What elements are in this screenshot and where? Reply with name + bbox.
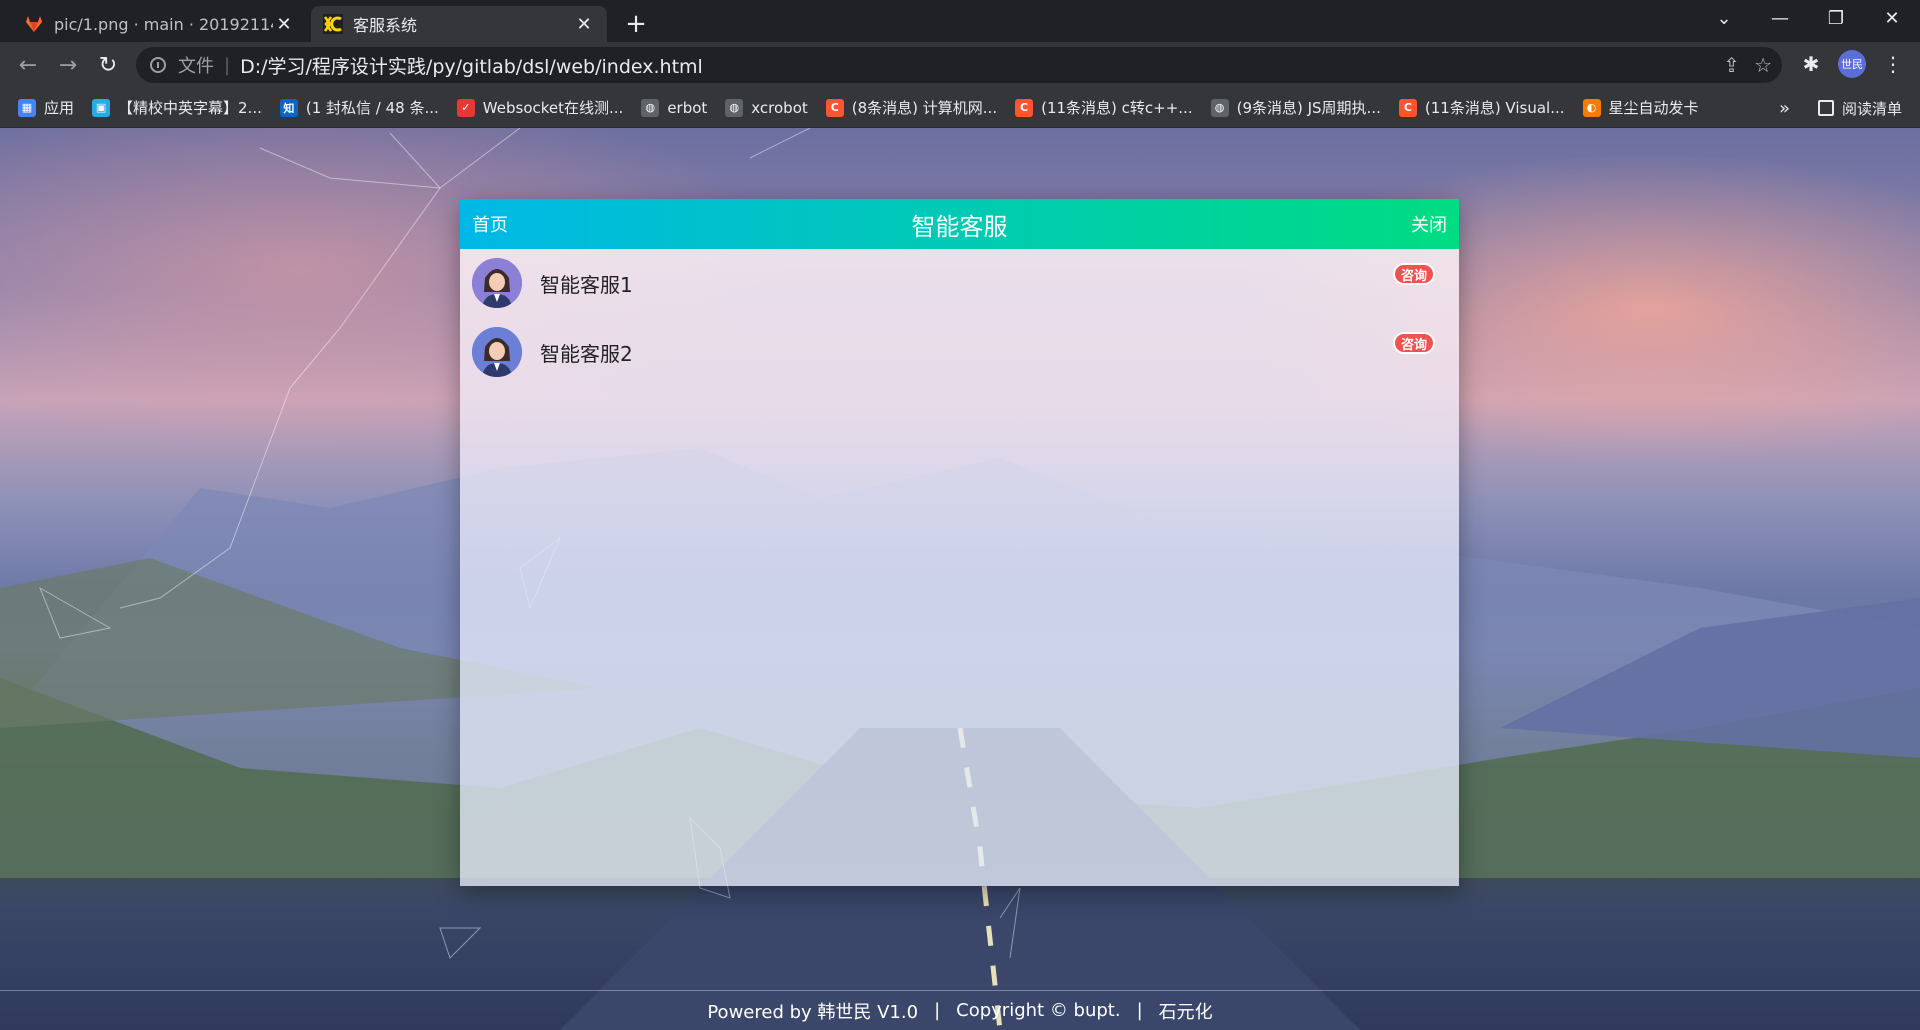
bookmark-label: 应用 bbox=[44, 99, 75, 117]
footer-org: 石元化 bbox=[1158, 1001, 1213, 1023]
bookmark-label: (8条消息) 计算机网... bbox=[851, 99, 998, 117]
reload-icon[interactable]: ↻ bbox=[92, 49, 124, 81]
divider: | bbox=[224, 54, 231, 76]
tab-customer-service[interactable]: 客服系统 ✕ bbox=[311, 6, 607, 42]
bookmark-label: (1 封私信 / 48 条... bbox=[305, 99, 439, 117]
info-icon[interactable] bbox=[150, 57, 166, 73]
minimize-icon[interactable]: — bbox=[1752, 0, 1808, 36]
extensions-puzzle-icon[interactable]: ✱ bbox=[1796, 49, 1826, 79]
consult-button[interactable]: 咨询 bbox=[1393, 332, 1435, 354]
consult-button[interactable]: 咨询 bbox=[1393, 263, 1435, 285]
tab-search-icon[interactable]: ⌄ bbox=[1696, 0, 1752, 36]
bookmark-item[interactable]: ▦ 应用 bbox=[18, 97, 74, 118]
bilibili-icon: ▣ bbox=[92, 98, 111, 117]
tab-title: pic/1.png · main · 2019211496 bbox=[54, 14, 273, 34]
close-link[interactable]: 关闭 bbox=[1411, 211, 1447, 237]
close-window-icon[interactable]: ✕ bbox=[1864, 0, 1920, 36]
footer-separator: | bbox=[1136, 1000, 1143, 1021]
bookmark-item[interactable]: ◐ 星尘自动发卡 bbox=[1582, 97, 1699, 118]
bookmark-item[interactable]: ◍ erbot bbox=[641, 98, 708, 117]
bookmark-label: xcrobot bbox=[751, 98, 808, 117]
back-arrow-icon[interactable]: ← bbox=[12, 49, 44, 81]
bookmark-item[interactable]: C (8条消息) 计算机网... bbox=[825, 97, 998, 118]
page-footer: Powered by 韩世民 V1.0 | Copyright © bupt. … bbox=[0, 990, 1920, 1030]
agent-name: 智能客服1 bbox=[540, 272, 633, 297]
url-text[interactable]: D:/学习/程序设计实践/py/gitlab/dsl/web/index.htm… bbox=[240, 52, 703, 79]
bookmark-label: (11条消息) c转c++... bbox=[1041, 99, 1193, 117]
close-tab-icon[interactable]: ✕ bbox=[273, 13, 295, 35]
browser-tab-strip: pic/1.png · main · 2019211496 ✕ 客服系统 ✕ +… bbox=[0, 0, 1920, 42]
bookmark-item[interactable]: ◍ xcrobot bbox=[725, 98, 808, 117]
panel-header: 首页 智能客服 关闭 bbox=[460, 199, 1459, 249]
footer-copyright: Copyright © bupt. bbox=[956, 1000, 1121, 1021]
xc-icon bbox=[323, 14, 343, 34]
reading-list-icon bbox=[1817, 100, 1834, 116]
globe-icon: ◍ bbox=[1210, 98, 1229, 117]
restore-icon[interactable]: ❐ bbox=[1808, 0, 1864, 36]
share-icon[interactable]: ⇪ bbox=[1723, 53, 1740, 77]
agent-avatar-icon bbox=[472, 258, 522, 308]
security-label: 文件 bbox=[178, 56, 214, 77]
bookmark-star-icon[interactable]: ☆ bbox=[1754, 53, 1772, 77]
bookmark-label: (9条消息) JS周期执... bbox=[1236, 99, 1381, 117]
reading-list-label: 阅读清单 bbox=[1841, 99, 1902, 118]
csdn-icon: C bbox=[1015, 98, 1034, 117]
csdn-icon: C bbox=[1398, 98, 1417, 117]
bookmark-item[interactable]: C (11条消息) Visual... bbox=[1398, 97, 1565, 118]
reading-list-button[interactable]: 阅读清单 bbox=[1817, 88, 1902, 128]
bookmark-label: erbot bbox=[667, 98, 708, 117]
window-controls: ⌄ — ❐ ✕ bbox=[1696, 0, 1920, 36]
bookmark-item[interactable]: C (11条消息) c转c++... bbox=[1015, 97, 1193, 118]
bookmark-label: 【精校中英字幕】2... bbox=[118, 99, 262, 117]
gitlab-icon bbox=[26, 16, 42, 32]
menu-kebab-icon[interactable]: ⋮ bbox=[1878, 49, 1908, 79]
home-link[interactable]: 首页 bbox=[472, 211, 508, 237]
forward-arrow-icon[interactable]: → bbox=[52, 49, 84, 81]
bookmark-label: (11条消息) Visual... bbox=[1424, 99, 1565, 117]
footer-powered: Powered by 韩世民 V1.0 bbox=[707, 1001, 919, 1023]
bookmark-label: 星尘自动发卡 bbox=[1608, 99, 1699, 117]
bookmark-item[interactable]: ✓ Websocket在线测... bbox=[456, 97, 624, 118]
tab-gitlab[interactable]: pic/1.png · main · 2019211496 ✕ bbox=[12, 6, 307, 42]
agent-row-2[interactable]: 智能客服2 咨询 bbox=[472, 324, 1447, 380]
agent-avatar-icon bbox=[472, 327, 522, 377]
star-dust-icon: ◐ bbox=[1582, 98, 1601, 117]
address-bar[interactable]: 文件 | D:/学习/程序设计实践/py/gitlab/dsl/web/inde… bbox=[136, 47, 1782, 83]
agent-list: 智能客服1 咨询 智能客服2 咨询 bbox=[460, 249, 1459, 886]
apps-grid-icon: ▦ bbox=[18, 98, 36, 117]
csdn-icon: C bbox=[825, 98, 844, 117]
zhihu-icon: 知 bbox=[279, 98, 298, 117]
new-tab-button[interactable]: + bbox=[620, 8, 652, 40]
tab-title: 客服系统 bbox=[353, 16, 418, 35]
panel-title: 智能客服 bbox=[911, 212, 1008, 241]
globe-icon: ◍ bbox=[641, 98, 660, 117]
globe-icon: ◍ bbox=[725, 98, 744, 117]
page-background: 智能客服1 咨询 智能客服2 咨询 首页 智能客服 关闭 Powered by … bbox=[0, 128, 1920, 1030]
bookmark-item[interactable]: ◍ (9条消息) JS周期执... bbox=[1210, 97, 1381, 118]
customer-service-panel: 智能客服1 咨询 智能客服2 咨询 首页 智能客服 关闭 bbox=[460, 199, 1459, 886]
close-tab-icon[interactable]: ✕ bbox=[573, 13, 595, 35]
profile-avatar[interactable]: 世民 bbox=[1838, 50, 1866, 78]
agent-row-1[interactable]: 智能客服1 咨询 bbox=[472, 255, 1447, 311]
checkmark-icon: ✓ bbox=[456, 98, 475, 117]
agent-name: 智能客服2 bbox=[540, 341, 633, 366]
bookmark-item[interactable]: ▣ 【精校中英字幕】2... bbox=[92, 97, 262, 118]
bookmark-item[interactable]: 知 (1 封私信 / 48 条... bbox=[279, 97, 439, 118]
bookmarks-overflow-button[interactable]: » bbox=[1779, 88, 1790, 128]
bookmarks-bar: ▦ 应用 ▣ 【精校中英字幕】2... 知 (1 封私信 / 48 条... ✓ Websoc… bbox=[0, 88, 1920, 128]
bookmark-label: Websocket在线测... bbox=[482, 99, 624, 117]
browser-toolbar: ← → ↻ 文件 | D:/学习/程序设计实践/py/gitlab/dsl/we… bbox=[0, 42, 1920, 88]
footer-separator: | bbox=[934, 1000, 941, 1021]
